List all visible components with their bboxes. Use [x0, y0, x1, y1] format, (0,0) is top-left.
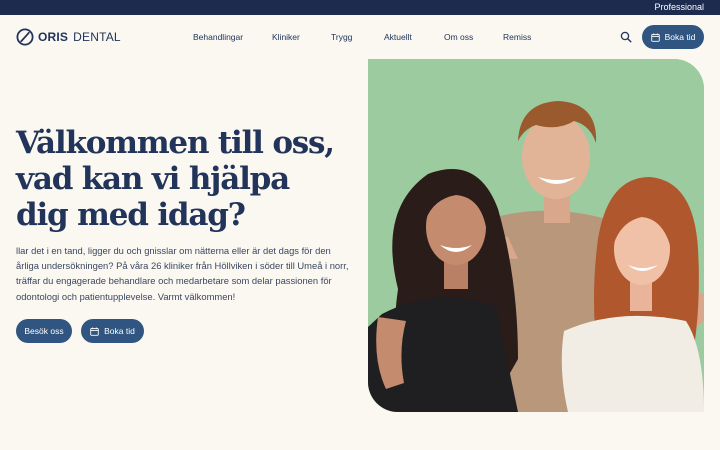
visit-us-button[interactable]: Besök oss	[16, 319, 72, 343]
hero-book-label: Boka tid	[104, 326, 135, 336]
nav-item-remiss[interactable]: Remiss	[503, 31, 531, 43]
hero-photo-illustration	[368, 59, 704, 412]
hero-intro-text: llar det i en tand, ligger du och gnissl…	[16, 245, 349, 302]
hero-headline: Välkommen till oss, vad kan vi hjälpa di…	[16, 125, 356, 233]
header-book-label: Boka tid	[664, 32, 696, 42]
nav-item-trygg[interactable]: Trygg	[331, 31, 352, 43]
hero-headline-line: dig med idag?	[16, 197, 246, 233]
nav-item-om-oss[interactable]: Om oss	[444, 31, 473, 43]
nav-item-aktuellt[interactable]: Aktuellt	[384, 31, 412, 43]
hero-headline-line: vad kan vi hjälpa	[16, 161, 290, 197]
main-nav: Behandlingar Kliniker Trygg Aktuellt Om …	[0, 15, 720, 59]
calendar-icon	[90, 326, 99, 336]
hero-book-button[interactable]: Boka tid	[81, 319, 144, 343]
hero-image	[368, 59, 704, 412]
top-bar: Professional	[0, 0, 720, 15]
hero-headline-line: Välkommen till oss,	[16, 125, 335, 161]
nav-item-kliniker[interactable]: Kliniker	[272, 31, 300, 43]
nav-item-behandlingar[interactable]: Behandlingar	[193, 31, 243, 43]
header-book-button[interactable]: Boka tid	[642, 25, 704, 49]
professional-link[interactable]: Professional	[654, 1, 704, 14]
site-header: ORIS DENTAL Behandlingar Kliniker Trygg …	[0, 15, 720, 59]
calendar-icon	[650, 32, 660, 42]
search-icon[interactable]	[620, 31, 632, 43]
visit-us-label: Besök oss	[24, 326, 64, 336]
